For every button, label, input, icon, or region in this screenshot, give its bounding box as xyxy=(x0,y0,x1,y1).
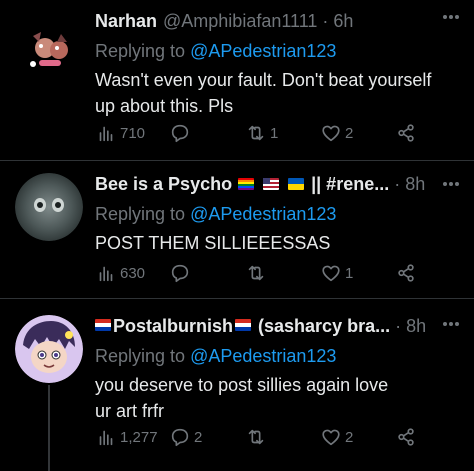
separator-dot: · xyxy=(394,174,401,194)
reply-context: Replying to @APedestrian123 xyxy=(95,38,464,64)
views-button[interactable]: 710 xyxy=(95,121,145,145)
heart-icon xyxy=(322,125,340,142)
share-button[interactable] xyxy=(395,121,417,145)
reply-prefix: Replying to xyxy=(95,41,191,61)
share-icon xyxy=(398,264,414,282)
tweet-1[interactable]: Narhan @Amphibiafan1111 · 6h Replying to… xyxy=(0,0,474,160)
timestamp[interactable]: 8h xyxy=(406,313,426,339)
retweet-icon xyxy=(248,125,264,141)
retweet-count: 1 xyxy=(270,124,279,142)
like-count: 2 xyxy=(345,124,354,142)
heart-icon xyxy=(322,265,340,282)
reply-button[interactable] xyxy=(169,121,194,145)
us-flag-icon xyxy=(263,178,280,191)
views-count: 1,277 xyxy=(120,428,158,446)
tweet-text: you deserve to post sillies again love u… xyxy=(95,375,389,421)
like-button[interactable]: 2 xyxy=(320,425,353,449)
like-button[interactable]: 1 xyxy=(320,261,353,285)
avatar[interactable] xyxy=(15,173,83,241)
avatar[interactable] xyxy=(15,12,83,80)
retweet-button[interactable]: 1 xyxy=(245,121,278,145)
speech-bubble-icon xyxy=(171,264,189,283)
speech-bubble-icon xyxy=(171,428,189,447)
paraguay-flag-icon xyxy=(235,319,252,331)
paraguay-flag-icon xyxy=(95,319,111,331)
bar-chart-icon xyxy=(99,266,113,282)
views-count: 630 xyxy=(120,264,146,282)
views-button[interactable]: 1,277 xyxy=(95,425,158,449)
reply-to-handle[interactable]: @APedestrian123 xyxy=(190,41,336,61)
ukraine-flag-icon xyxy=(288,178,305,191)
share-icon xyxy=(398,428,414,446)
retweet-icon xyxy=(248,429,264,445)
heart-icon xyxy=(322,429,340,446)
retweet-button[interactable] xyxy=(245,425,270,449)
display-name[interactable]: Postalburnish xyxy=(113,313,233,339)
display-name-suffix[interactable]: (sasharcy bra... xyxy=(258,313,390,339)
reply-prefix: Replying to xyxy=(95,346,191,366)
bar-chart-icon xyxy=(99,126,113,142)
like-count: 2 xyxy=(345,428,354,446)
timestamp[interactable]: 8h xyxy=(405,171,425,197)
like-count: 1 xyxy=(345,264,354,282)
reply-prefix: Replying to xyxy=(95,204,191,224)
views-button[interactable]: 630 xyxy=(95,261,145,285)
tweet-3[interactable]: Postalburnish (sasharcy bra... · 8h Repl… xyxy=(0,299,474,471)
share-button[interactable] xyxy=(395,425,417,449)
avatar[interactable] xyxy=(15,315,83,383)
reply-button[interactable]: 2 xyxy=(169,425,202,449)
rainbow-flag-icon xyxy=(238,178,255,191)
separator-dot: · xyxy=(395,316,402,336)
thread-line xyxy=(48,385,50,471)
more-options-icon[interactable] xyxy=(442,321,460,327)
share-icon xyxy=(398,124,414,142)
speech-bubble-icon xyxy=(171,124,189,143)
reply-to-handle[interactable]: @APedestrian123 xyxy=(190,204,336,224)
separator-dot: · xyxy=(322,11,329,31)
reply-count: 2 xyxy=(194,428,203,446)
tweet-2[interactable]: Bee is a Psycho || #rene... · 8h Replyin… xyxy=(0,161,474,298)
reply-to-handle[interactable]: @APedestrian123 xyxy=(190,346,336,366)
reply-context: Replying to @APedestrian123 xyxy=(95,343,464,369)
like-button[interactable]: 2 xyxy=(320,121,353,145)
retweet-button[interactable] xyxy=(245,261,270,285)
reply-button[interactable] xyxy=(169,261,194,285)
more-options-icon[interactable] xyxy=(442,181,460,187)
tweet-text: Wasn't even your fault. Don't beat yours… xyxy=(95,70,432,116)
timestamp[interactable]: 6h xyxy=(333,8,353,34)
bar-chart-icon xyxy=(99,430,113,446)
user-handle[interactable]: @Amphibiafan1111 xyxy=(163,8,317,34)
name-flags xyxy=(236,171,306,197)
display-name[interactable]: Narhan xyxy=(95,8,157,34)
tweet-text: POST THEM SILLIEEESSAS xyxy=(95,233,331,253)
reply-context: Replying to @APedestrian123 xyxy=(95,201,464,227)
more-options-icon[interactable] xyxy=(442,14,460,20)
views-count: 710 xyxy=(120,124,146,142)
share-button[interactable] xyxy=(395,261,417,285)
retweet-icon xyxy=(248,265,264,281)
display-name-suffix[interactable]: || #rene... xyxy=(311,171,389,197)
display-name[interactable]: Bee is a Psycho xyxy=(95,171,232,197)
